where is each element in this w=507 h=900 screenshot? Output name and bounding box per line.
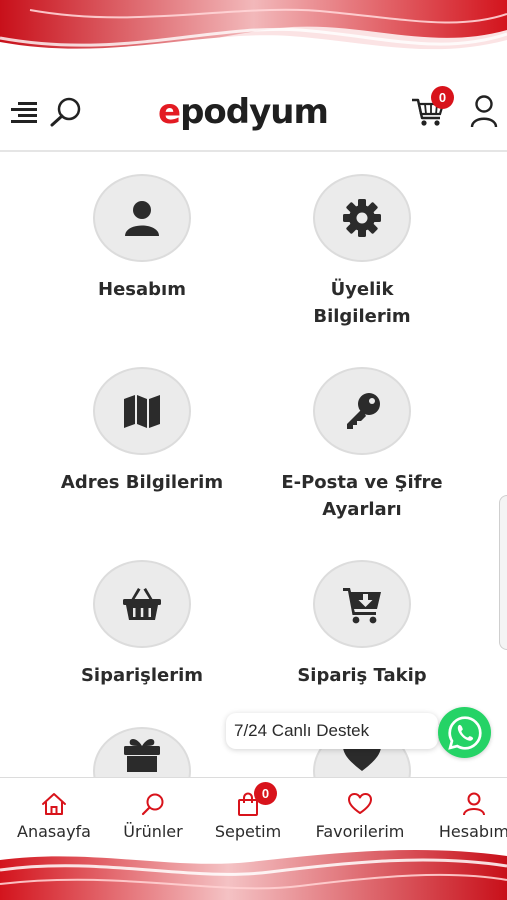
menu-icon[interactable]	[10, 99, 38, 125]
menu-item-label: Siparişlerim	[80, 665, 204, 686]
whatsapp-button[interactable]	[438, 707, 491, 758]
header-divider	[0, 150, 507, 152]
gear-icon	[343, 199, 381, 237]
brand-logo[interactable]: epodyum	[158, 92, 329, 132]
menu-item-uyelik-bilgilerim[interactable]: Üyelik Bilgilerim	[242, 174, 482, 330]
app-header: epodyum 0	[0, 78, 507, 150]
menu-item-icon-circle	[313, 367, 411, 455]
map-icon	[124, 395, 160, 428]
home-icon	[42, 793, 66, 815]
nav-label: Favorilerim	[315, 822, 405, 841]
live-support-bubble[interactable]: 7/24 Canlı Destek	[226, 713, 447, 749]
menu-item-icon-circle	[93, 727, 191, 777]
basket-icon	[123, 588, 161, 620]
cart-download-icon	[343, 588, 381, 624]
gift-icon	[124, 739, 160, 772]
bottom-navigation: Anasayfa Ürünler Sepetim 0 Favorilerim H…	[0, 777, 507, 845]
nav-item-account[interactable]: Hesabım	[432, 792, 507, 841]
nav-label: Anasayfa	[17, 822, 91, 841]
menu-item-label: E-Posta ve Şifre Ayarları	[281, 472, 443, 520]
logo-text: podyum	[180, 92, 329, 132]
menu-item-adres-bilgilerim[interactable]: Adres Bilgilerim	[22, 367, 262, 496]
menu-item-icon-circle	[313, 560, 411, 648]
logo-accent-letter: e	[158, 92, 181, 132]
menu-item-eposta-sifre[interactable]: E-Posta ve Şifre Ayarları	[242, 367, 482, 523]
menu-item-label: Hesabım	[98, 279, 186, 300]
nav-item-products[interactable]: Ürünler	[116, 792, 190, 841]
user-icon[interactable]	[470, 94, 498, 128]
account-menu-grid: Hesabım Üyelik Bilgilerim Adres Bilgiler…	[0, 152, 507, 777]
menu-item-icon-circle	[93, 174, 191, 262]
menu-item-label: Adres Bilgilerim	[60, 472, 224, 493]
menu-item-icon-circle	[93, 560, 191, 648]
cart-count-badge: 0	[431, 86, 454, 109]
nav-item-home[interactable]: Anasayfa	[12, 792, 96, 841]
search-icon[interactable]	[48, 96, 84, 128]
nav-label: Hesabım	[438, 822, 507, 841]
user-icon	[125, 201, 159, 236]
user-icon	[463, 792, 485, 816]
nav-label: Ürünler	[123, 822, 183, 841]
menu-item-label: Üyelik Bilgilerim	[313, 279, 411, 327]
top-wave-decoration	[0, 0, 507, 80]
menu-item-hesabim[interactable]: Hesabım	[22, 174, 262, 303]
menu-item-icon-circle	[313, 174, 411, 262]
whatsapp-icon	[447, 715, 482, 750]
search-icon	[141, 793, 164, 816]
heart-icon	[348, 793, 372, 814]
side-panel-handle[interactable]	[499, 495, 507, 650]
cart-count-badge: 0	[254, 782, 277, 805]
nav-item-cart[interactable]: Sepetim 0	[208, 782, 288, 841]
menu-item-icon-circle	[93, 367, 191, 455]
menu-item-siparislerim[interactable]: Siparişlerim	[22, 560, 262, 689]
nav-label: Sepetim	[214, 822, 282, 841]
menu-item-siparis-takip[interactable]: Sipariş Takip	[242, 560, 482, 689]
nav-item-favorites[interactable]: Favorilerim	[308, 792, 412, 841]
menu-item-label: Sipariş Takip	[297, 665, 427, 686]
bottom-wave-decoration	[0, 840, 507, 900]
key-icon	[347, 393, 380, 429]
